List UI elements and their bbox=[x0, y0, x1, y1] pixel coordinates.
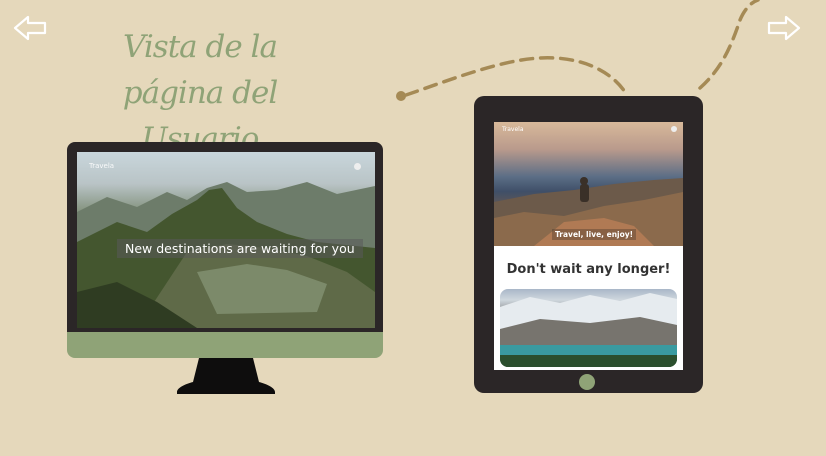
previous-arrow-icon[interactable] bbox=[13, 14, 47, 42]
desktop-screen: Travela New destinations are waiting for… bbox=[77, 152, 375, 328]
desktop-site-logo[interactable]: Travela bbox=[89, 162, 114, 170]
monitor-bezel: Travela New destinations are waiting for… bbox=[67, 142, 383, 332]
glacier-lake-image bbox=[500, 293, 677, 367]
tablet-mockup: Travela Travel, live, enjoy! Don't wait … bbox=[474, 96, 703, 393]
tablet-user-icon[interactable] bbox=[671, 126, 677, 132]
tablet-screen: Travela Travel, live, enjoy! Don't wait … bbox=[494, 122, 683, 370]
tablet-site-logo[interactable]: Travela bbox=[502, 126, 524, 133]
desktop-user-icon[interactable] bbox=[354, 163, 361, 170]
coastline-hiker-image bbox=[494, 177, 683, 246]
desktop-hero-text: New destinations are waiting for you bbox=[117, 239, 363, 258]
monitor-chin bbox=[67, 332, 383, 358]
tablet-home-button[interactable] bbox=[579, 374, 595, 390]
tablet-hero-caption: Travel, live, enjoy! bbox=[552, 229, 637, 240]
desktop-monitor-mockup: Travela New destinations are waiting for… bbox=[67, 142, 383, 394]
monitor-stand bbox=[177, 358, 275, 394]
title-line-1: Vista de la página del bbox=[122, 29, 279, 111]
tablet-heading: Don't wait any longer! bbox=[506, 262, 671, 277]
tablet-destination-card[interactable] bbox=[500, 289, 677, 367]
next-arrow-icon[interactable] bbox=[767, 14, 801, 42]
tablet-hero-image: Travela Travel, live, enjoy! bbox=[494, 122, 683, 246]
